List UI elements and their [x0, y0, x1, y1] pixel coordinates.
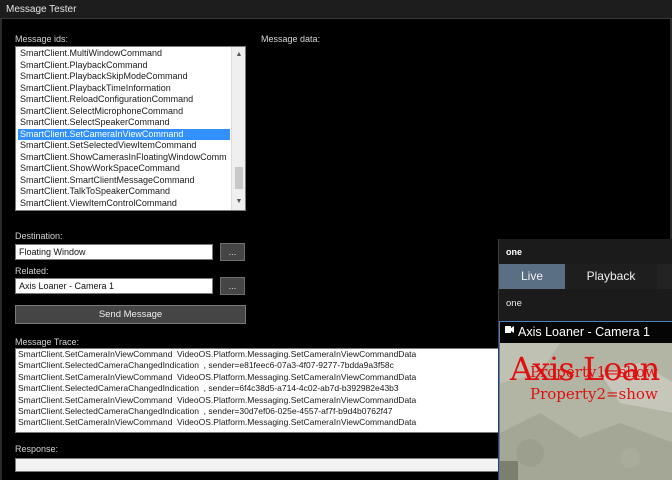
- list-item[interactable]: SmartClient.SelectMicrophoneCommand: [18, 106, 230, 118]
- tab-playback[interactable]: Playback: [565, 264, 657, 289]
- floating-window-title: one: [506, 247, 523, 257]
- list-item[interactable]: SmartClient.PlaybackSkipModeCommand: [18, 71, 230, 83]
- related-field[interactable]: Axis Loaner - Camera 1: [15, 278, 213, 294]
- destination-label: Destination:: [15, 231, 63, 241]
- trace-line: SmartClient.SelectedCameraChangedIndicat…: [18, 360, 394, 371]
- window-frame-left: [0, 19, 2, 480]
- title-bar: Message Tester: [0, 0, 672, 19]
- list-item[interactable]: SmartClient.SmartClientMessageCommand: [18, 175, 230, 187]
- camera-header: Axis Loaner - Camera 1: [500, 322, 672, 343]
- destination-field[interactable]: Floating Window: [15, 244, 213, 260]
- message-data-label: Message data:: [261, 34, 321, 44]
- list-item[interactable]: SmartClient.MultiWindowCommand: [18, 48, 230, 60]
- list-item[interactable]: SmartClient.SelectSpeakerCommand: [18, 117, 230, 129]
- trace-line: SmartClient.SetCameraInViewCommand Video…: [18, 349, 417, 359]
- overlay-property2: Property2=show: [530, 385, 658, 403]
- camera-name: Axis Loaner - Camera 1: [518, 325, 651, 339]
- overlay-property1: Property1=show: [530, 363, 658, 381]
- trace-line: SmartClient.SelectedCameraChangedIndicat…: [18, 406, 393, 417]
- scroll-thumb[interactable]: [235, 167, 243, 189]
- list-item[interactable]: SmartClient.ShowWorkSpaceCommand: [18, 163, 230, 175]
- message-ids-list: SmartClient.MultiWindowCommand SmartClie…: [18, 48, 230, 209]
- trace-line: SmartClient.SetCameraInViewCommand Video…: [18, 417, 417, 428]
- list-item[interactable]: SmartClient.SetSelectedViewItemCommand: [18, 140, 230, 152]
- tab-live[interactable]: Live: [499, 264, 565, 289]
- floating-window: one Live Playback one Axis Loaner - Came…: [498, 239, 672, 480]
- list-item-selected[interactable]: SmartClient.SetCameraInViewCommand: [18, 128, 230, 140]
- list-item[interactable]: SmartClient.PlaybackCommand: [18, 60, 230, 72]
- trace-line: SmartClient.SetCameraInViewCommand Video…: [18, 394, 417, 405]
- list-item[interactable]: SmartClient.ViewItemControlCommand: [18, 198, 230, 210]
- message-ids-label: Message ids:: [15, 34, 69, 44]
- list-item[interactable]: SmartClient.PlaybackTimeInformation: [18, 83, 230, 95]
- scroll-down-icon[interactable]: ▼: [232, 196, 245, 208]
- message-trace-box[interactable]: SmartClient.SetCameraInViewCommand Video…: [15, 348, 499, 433]
- destination-browse-button[interactable]: ...: [220, 243, 245, 261]
- send-message-button[interactable]: Send Message: [15, 305, 246, 324]
- trace-line: SmartClient.SelectedCameraChangedIndicat…: [18, 383, 399, 394]
- view-name: one: [506, 298, 522, 309]
- window-title: Message Tester: [6, 4, 77, 15]
- trace-line: SmartClient.SetCameraInViewCommand Video…: [18, 371, 417, 382]
- camera-video: Axis Loan Property1=show Property2=show: [500, 343, 672, 480]
- message-ids-listbox[interactable]: SmartClient.MultiWindowCommand SmartClie…: [15, 46, 246, 211]
- response-field[interactable]: [15, 458, 499, 472]
- camera-icon: [505, 326, 514, 333]
- camera-tile[interactable]: Axis Loaner - Camera 1 Axis Loan Propert…: [499, 321, 672, 480]
- related-browse-button[interactable]: ...: [220, 277, 245, 295]
- list-item[interactable]: SmartClient.TalkToSpeakerCommand: [18, 186, 230, 198]
- response-label: Response:: [15, 444, 59, 454]
- list-item[interactable]: SmartClient.ReloadConfigurationCommand: [18, 94, 230, 106]
- scroll-up-icon[interactable]: ▲: [232, 49, 245, 61]
- list-item[interactable]: SmartClient.ShowCamerasInFloatingWindowC…: [18, 152, 230, 164]
- list-scrollbar[interactable]: ▲ ▼: [231, 47, 245, 210]
- view-tabs: Live Playback: [499, 264, 672, 289]
- message-trace-label: Message Trace:: [15, 337, 80, 347]
- related-label: Related:: [15, 266, 49, 276]
